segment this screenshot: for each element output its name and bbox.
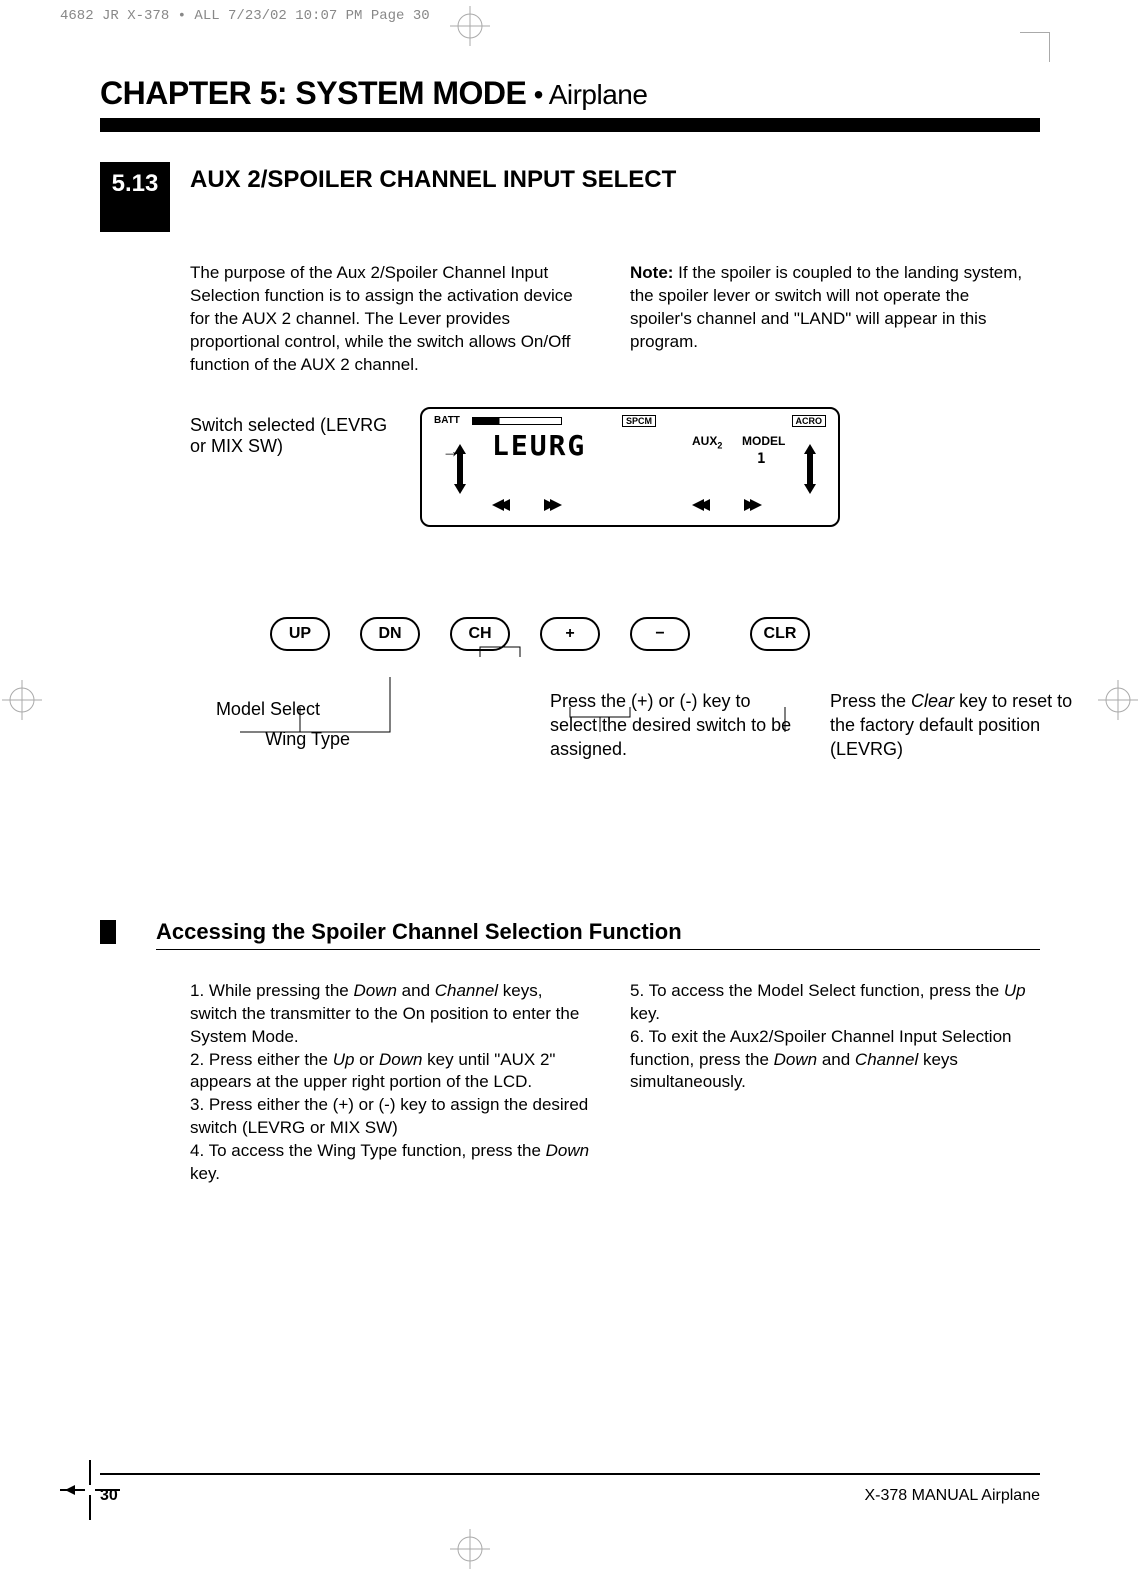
section-bullet — [100, 920, 116, 944]
registration-mark-top — [450, 6, 490, 46]
step-item: 3. Press either the (+) or (-) key to as… — [190, 1094, 590, 1140]
step-item: 5. To access the Model Select function, … — [630, 980, 1030, 1026]
dn-button[interactable]: DN — [360, 617, 420, 651]
clr-annotation: Press the Clear key to reset to the fact… — [830, 689, 1080, 762]
clr-button[interactable]: CLR — [750, 617, 810, 651]
crop-mark-tr — [1020, 32, 1050, 62]
intro-left: The purpose of the Aux 2/Spoiler Channel… — [190, 262, 590, 377]
print-header: 4682 JR X-378 • ALL 7/23/02 10:07 PM Pag… — [60, 8, 430, 24]
wing-type-label: Wing Type — [240, 729, 350, 750]
step-item: 2. Press either the Up or Down key until… — [190, 1049, 590, 1095]
lcd-screen: BATT SPCM ACRO → LEURG AUX2 MODEL 1 — [420, 407, 840, 527]
access-section-header: Accessing the Spoiler Channel Selection … — [100, 919, 1040, 945]
registration-mark-left — [2, 680, 42, 725]
section-header: 5.13 AUX 2/SPOILER CHANNEL INPUT SELECT — [100, 162, 1040, 232]
lcd-aux-label: AUX2 — [692, 434, 722, 450]
steps-left: 1. While pressing the Down and Channel k… — [190, 980, 590, 1186]
lcd-leftright-2-icon — [692, 498, 762, 517]
step-item: 4. To access the Wing Type function, pre… — [190, 1140, 590, 1186]
button-row: UP DN CH + − CLR — [270, 617, 1040, 651]
lcd-model-number: 1 — [757, 451, 765, 467]
intro-columns: The purpose of the Aux 2/Spoiler Channel… — [190, 262, 1040, 377]
section-title: AUX 2/SPOILER CHANNEL INPUT SELECT — [190, 162, 676, 232]
lcd-figure-row: Switch selected (LEVRG or MIX SW) BATT S… — [190, 407, 1040, 527]
ch-button[interactable]: CH — [450, 617, 510, 651]
section-number: 5.13 — [100, 162, 170, 232]
lcd-batt-bar — [472, 417, 562, 425]
step-item: 6. To exit the Aux2/Spoiler Channel Inpu… — [630, 1026, 1030, 1095]
page-number: 30 — [100, 1487, 118, 1505]
registration-mark-bottom — [450, 1529, 490, 1569]
lcd-caption: Switch selected (LEVRG or MIX SW) — [190, 407, 400, 457]
lcd-acro-label: ACRO — [792, 415, 827, 427]
access-rule — [156, 949, 1040, 950]
model-select-label: Model Select — [190, 699, 320, 720]
chapter-subtitle: • Airplane — [526, 79, 647, 110]
steps-columns: 1. While pressing the Down and Channel k… — [190, 980, 1040, 1186]
page-content: CHAPTER 5: SYSTEM MODE • Airplane 5.13 A… — [100, 75, 1040, 1186]
up-button[interactable]: UP — [270, 617, 330, 651]
footer-manual-name: X-378 MANUAL Airplane — [865, 1487, 1041, 1505]
lcd-main-value: LEURG — [492, 429, 586, 462]
minus-button[interactable]: − — [630, 617, 690, 651]
lcd-spcm-label: SPCM — [622, 415, 656, 427]
plus-button[interactable]: + — [540, 617, 600, 651]
header-bar — [100, 118, 1040, 132]
lcd-leftright-1-icon — [492, 498, 562, 517]
steps-right: 5. To access the Model Select function, … — [630, 980, 1030, 1186]
lcd-model-label: MODEL — [742, 434, 785, 448]
lcd-batt-label: BATT — [434, 415, 460, 426]
step-item: 1. While pressing the Down and Channel k… — [190, 980, 590, 1049]
access-section-title: Accessing the Spoiler Channel Selection … — [156, 919, 682, 945]
lcd-updown-left-icon — [452, 444, 468, 499]
registration-mark-right — [1098, 680, 1138, 725]
note-label: Note: — [630, 263, 673, 282]
plus-minus-annotation: Press the (+) or (-) key to select the d… — [550, 689, 800, 762]
chapter-heading: CHAPTER 5: SYSTEM MODE • Airplane — [100, 75, 1040, 112]
intro-right: Note: If the spoiler is coupled to the l… — [630, 262, 1030, 377]
lcd-updown-right-icon — [802, 444, 818, 499]
note-text: If the spoiler is coupled to the landing… — [630, 263, 1022, 351]
chapter-title: CHAPTER 5: SYSTEM MODE — [100, 75, 526, 111]
footer-rule — [100, 1473, 1040, 1475]
